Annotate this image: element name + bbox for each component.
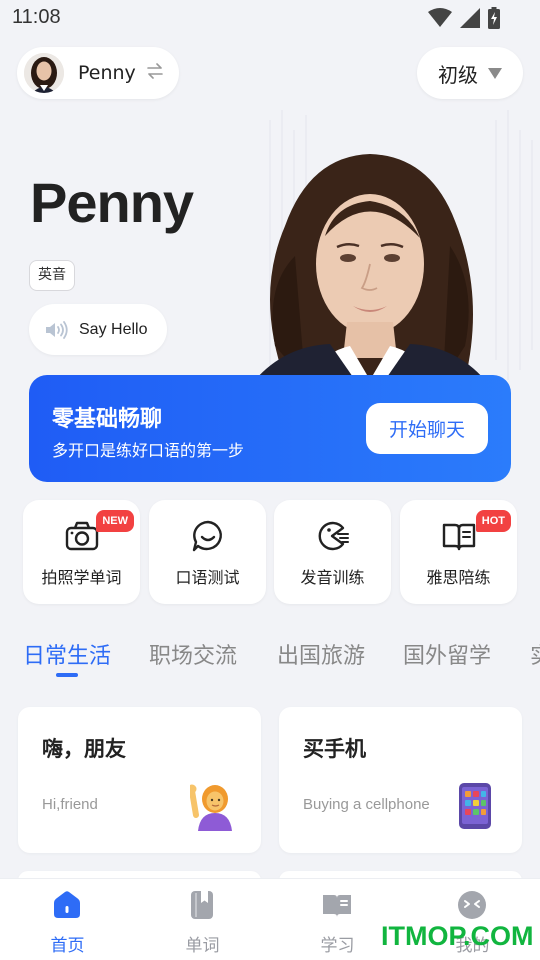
tutor-display-name: Penny bbox=[30, 171, 194, 234]
nav-words[interactable]: 单词 bbox=[135, 879, 270, 960]
tutor-portrait bbox=[255, 154, 485, 380]
speech-bubble-icon bbox=[192, 520, 222, 552]
avatar bbox=[24, 53, 64, 93]
cellphone-icon bbox=[459, 783, 491, 829]
scene-title: 嗨，朋友 bbox=[42, 737, 126, 761]
category-tabs: 日常生活 职场交流 出国旅游 国外留学 实 bbox=[0, 630, 540, 682]
tab-travel-abroad[interactable]: 出国旅游 bbox=[277, 638, 365, 670]
caret-down-icon bbox=[488, 67, 502, 79]
feature-label: 口语测试 bbox=[175, 568, 240, 587]
new-badge: NEW bbox=[96, 510, 134, 532]
open-book-icon bbox=[442, 523, 476, 551]
say-hello-button[interactable]: Say Hello bbox=[29, 304, 167, 355]
accent-tag: 英音 bbox=[29, 260, 75, 291]
scene-card-buying-cellphone[interactable]: 买手机 Buying a cellphone bbox=[279, 707, 522, 853]
tutor-hero: Penny 英音 Say Hello bbox=[0, 110, 540, 380]
level-dropdown[interactable]: 初级 bbox=[417, 47, 523, 99]
profile-face-icon bbox=[458, 891, 486, 919]
camera-icon bbox=[65, 521, 99, 551]
feature-shortcuts: 拍照学单词 NEW 口语测试 发音训练 雅思陪练 HOT bbox=[23, 500, 517, 604]
level-label: 初级 bbox=[438, 62, 478, 87]
pronunciation-icon bbox=[318, 521, 349, 551]
tab-workplace[interactable]: 职场交流 bbox=[149, 638, 237, 670]
status-time: 11:08 bbox=[12, 6, 61, 28]
swap-arrows-icon bbox=[146, 62, 164, 84]
wifi-icon bbox=[428, 8, 452, 27]
tutor-switch-button[interactable]: Penny bbox=[17, 47, 179, 99]
feature-pronunciation[interactable]: 发音训练 bbox=[274, 500, 391, 604]
nav-label: 首页 bbox=[50, 936, 85, 956]
scene-subtitle: Buying a cellphone bbox=[303, 796, 430, 813]
nav-home[interactable]: 首页 bbox=[0, 879, 135, 960]
nav-label: 单词 bbox=[185, 936, 220, 956]
study-book-icon bbox=[323, 895, 351, 917]
home-icon bbox=[54, 891, 80, 918]
hot-badge: HOT bbox=[475, 510, 511, 532]
say-hello-label: Say Hello bbox=[79, 320, 148, 338]
banner-subtitle: 多开口是练好口语的第一步 bbox=[52, 441, 245, 460]
status-bar: 11:08 bbox=[0, 0, 540, 36]
feature-photo-words[interactable]: 拍照学单词 NEW bbox=[23, 500, 140, 604]
start-chat-banner[interactable]: 零基础畅聊 多开口是练好口语的第一步 开始聊天 bbox=[29, 375, 511, 482]
battery-icon bbox=[488, 7, 500, 29]
scene-card-hi-friend[interactable]: 嗨，朋友 Hi,friend bbox=[18, 707, 261, 853]
site-watermark: ITMOP.COM bbox=[381, 921, 534, 951]
start-chat-button[interactable]: 开始聊天 bbox=[366, 403, 488, 454]
tutor-name: Penny bbox=[78, 62, 136, 84]
scene-subtitle: Hi,friend bbox=[42, 796, 98, 813]
feature-ielts-practice[interactable]: 雅思陪练 HOT bbox=[400, 500, 517, 604]
tab-more-partial[interactable]: 实 bbox=[530, 638, 540, 670]
status-icons bbox=[428, 7, 500, 29]
speaker-icon bbox=[46, 320, 68, 339]
scene-title: 买手机 bbox=[303, 737, 366, 761]
banner-title: 零基础畅聊 bbox=[52, 407, 163, 432]
feature-speaking-test[interactable]: 口语测试 bbox=[149, 500, 266, 604]
feature-label: 发音训练 bbox=[300, 568, 365, 587]
feature-label: 雅思陪练 bbox=[426, 568, 491, 587]
feature-label: 拍照学单词 bbox=[41, 568, 122, 587]
tab-study-abroad[interactable]: 国外留学 bbox=[403, 638, 491, 670]
active-tab-indicator bbox=[56, 673, 78, 677]
waving-woman-icon bbox=[190, 784, 232, 831]
tab-daily-life[interactable]: 日常生活 bbox=[23, 638, 111, 670]
signal-icon bbox=[460, 8, 480, 28]
word-book-icon bbox=[191, 891, 213, 919]
